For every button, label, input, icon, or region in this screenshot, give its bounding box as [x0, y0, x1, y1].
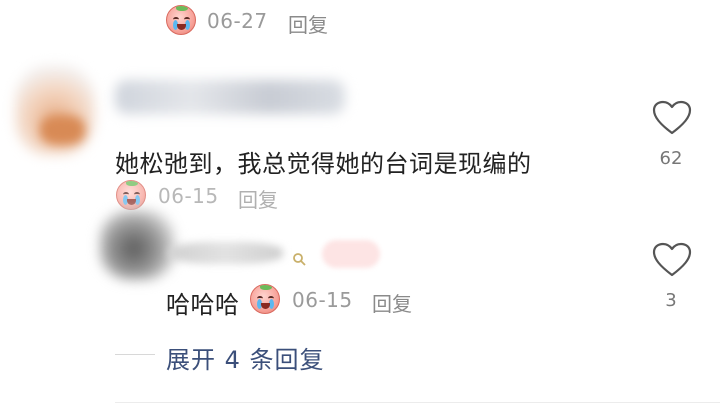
username[interactable] [115, 72, 350, 122]
divider [115, 402, 720, 403]
username[interactable] [168, 238, 288, 268]
like-count: 62 [659, 148, 683, 169]
reply-button[interactable]: 回复 [372, 288, 412, 317]
like-count: 3 [665, 290, 677, 311]
search-icon [293, 253, 306, 266]
heart-outline-icon[interactable] [652, 242, 692, 278]
crying-emoji-icon [250, 284, 280, 314]
avatar[interactable] [10, 60, 100, 160]
author-badge [322, 240, 380, 268]
heart-outline-icon[interactable] [652, 100, 692, 136]
reply-button[interactable]: 回复 [238, 184, 278, 213]
comment-date: 06-15 [292, 288, 353, 312]
reply-button[interactable]: 回复 [288, 9, 328, 38]
expand-replies-button[interactable]: 展开 4 条回复 [166, 340, 325, 375]
divider [115, 354, 155, 355]
comment-text: 哈哈哈 [166, 291, 240, 319]
comment-date: 06-27 [207, 9, 268, 33]
crying-emoji-icon [166, 5, 196, 35]
comment-text: 她松弛到，我总觉得她的台词是现编的 [115, 150, 532, 178]
